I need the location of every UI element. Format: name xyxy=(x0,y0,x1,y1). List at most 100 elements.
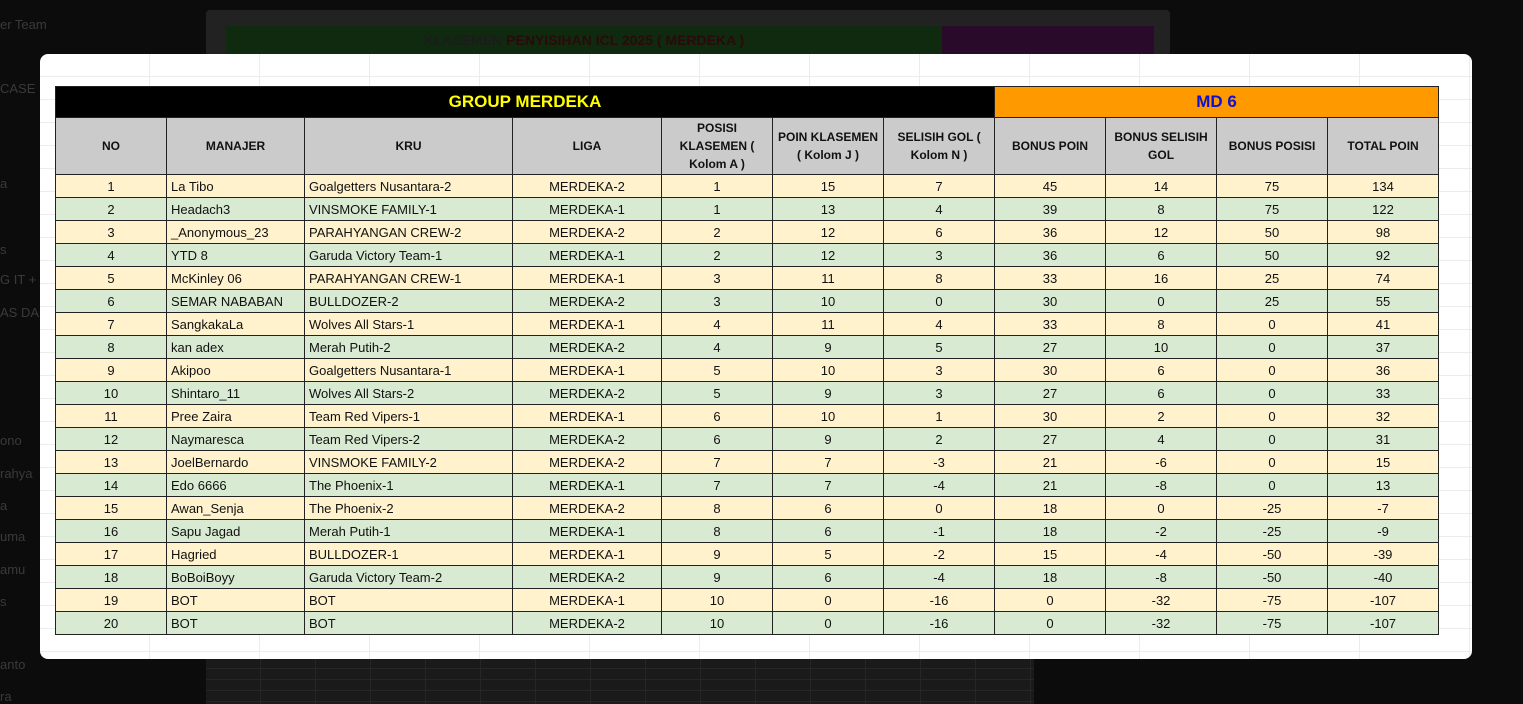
cell-poin: 10 xyxy=(772,289,884,313)
cell-selisih: 8 xyxy=(882,266,996,290)
cell-bonus-posisi: 75 xyxy=(1216,174,1329,198)
cell-posisi: 9 xyxy=(661,565,773,589)
bg-label: G IT + xyxy=(0,272,37,287)
cell-bonus-posisi: 0 xyxy=(1216,427,1329,451)
cell-bonus-poin: 27 xyxy=(994,427,1107,451)
cell-bonus-posisi: 0 xyxy=(1216,404,1329,428)
cell-manajer: Hagried xyxy=(166,542,305,566)
cell-manajer: YTD 8 xyxy=(166,243,305,267)
cell-poin: 0 xyxy=(772,588,884,612)
cell-total: -40 xyxy=(1327,565,1440,589)
cell-bonus-posisi: 0 xyxy=(1216,312,1329,336)
cell-liga: MERDEKA-1 xyxy=(512,358,662,382)
cell-poin: 0 xyxy=(772,611,884,635)
bg-label: rahya xyxy=(0,466,33,481)
cell-posisi: 2 xyxy=(661,220,773,244)
cell-bonus-posisi: -25 xyxy=(1216,519,1329,543)
cell-poin: 12 xyxy=(772,243,884,267)
cell-no: 6 xyxy=(55,289,167,313)
cell-posisi: 6 xyxy=(661,427,773,451)
cell-bonus-posisi: 0 xyxy=(1216,450,1329,474)
cell-no: 11 xyxy=(55,404,167,428)
table-row: 17 Hagried BULLDOZER-1 MERDEKA-1 9 5 -2 15 -4 -50… xyxy=(55,542,1440,566)
cell-liga: MERDEKA-2 xyxy=(512,496,662,520)
cell-bonus-selisih: 6 xyxy=(1105,381,1218,405)
cell-posisi: 7 xyxy=(661,473,773,497)
cell-bonus-selisih: 0 xyxy=(1105,496,1218,520)
cell-kru: VINSMOKE FAMILY-1 xyxy=(304,197,513,221)
cell-bonus-posisi: 25 xyxy=(1216,266,1329,290)
cell-posisi: 4 xyxy=(661,335,773,359)
header-bonus-posisi: BONUS POSISI xyxy=(1216,117,1329,175)
cell-bonus-selisih: 12 xyxy=(1105,220,1218,244)
cell-kru: PARAHYANGAN CREW-1 xyxy=(304,266,513,290)
table-row: 3 _Anonymous_23 PARAHYANGAN CREW-2 MERDEKA-… xyxy=(55,220,1440,244)
cell-selisih: -16 xyxy=(882,611,996,635)
cell-no: 16 xyxy=(55,519,167,543)
cell-poin: 13 xyxy=(772,197,884,221)
bg-label: s xyxy=(0,242,7,257)
cell-posisi: 6 xyxy=(661,404,773,428)
cell-no: 1 xyxy=(55,174,167,198)
cell-kru: Merah Putih-1 xyxy=(304,519,513,543)
cell-posisi: 1 xyxy=(661,197,773,221)
bg-label: AS DA xyxy=(0,305,40,320)
cell-bonus-poin: 0 xyxy=(994,611,1107,635)
matchday-title: MD 6 xyxy=(994,86,1440,118)
cell-poin: 9 xyxy=(772,381,884,405)
table-row: 6 SEMAR NABABAN BULLDOZER-2 MERDEKA-2 3 10 0 30… xyxy=(55,289,1440,313)
cell-no: 10 xyxy=(55,381,167,405)
cell-posisi: 8 xyxy=(661,496,773,520)
cell-poin: 9 xyxy=(772,335,884,359)
cell-total: 36 xyxy=(1327,358,1440,382)
cell-poin: 6 xyxy=(772,565,884,589)
cell-bonus-poin: 27 xyxy=(994,381,1107,405)
cell-total: -39 xyxy=(1327,542,1440,566)
cell-total: 122 xyxy=(1327,197,1440,221)
cell-bonus-poin: 21 xyxy=(994,450,1107,474)
cell-bonus-poin: 15 xyxy=(994,542,1107,566)
cell-bonus-posisi: -50 xyxy=(1216,542,1329,566)
cell-bonus-poin: 30 xyxy=(994,404,1107,428)
cell-no: 12 xyxy=(55,427,167,451)
cell-manajer: SEMAR NABABAN xyxy=(166,289,305,313)
table-row: 10 Shintaro_11 Wolves All Stars-2 MERDEKA-2… xyxy=(55,381,1440,405)
bg-label: ono xyxy=(0,433,22,448)
table-row: 4 YTD 8 Garuda Victory Team-1 MERDEKA-1 2 12 3… xyxy=(55,243,1440,267)
header-poin-klasemen: POIN KLASEMEN ( Kolom J ) xyxy=(772,117,884,175)
cell-liga: MERDEKA-2 xyxy=(512,220,662,244)
cell-selisih: 3 xyxy=(882,381,996,405)
cell-selisih: 0 xyxy=(882,289,996,313)
cell-kru: Wolves All Stars-2 xyxy=(304,381,513,405)
cell-bonus-poin: 18 xyxy=(994,496,1107,520)
cell-no: 9 xyxy=(55,358,167,382)
cell-kru: BOT xyxy=(304,588,513,612)
cell-bonus-poin: 45 xyxy=(994,174,1107,198)
table-row: 1 La Tibo Goalgetters Nusantara-2 MERDEKA-2… xyxy=(55,174,1440,198)
cell-bonus-posisi: 50 xyxy=(1216,243,1329,267)
header-total-poin: TOTAL POIN xyxy=(1327,117,1440,175)
cell-bonus-selisih: 6 xyxy=(1105,243,1218,267)
cell-kru: PARAHYANGAN CREW-2 xyxy=(304,220,513,244)
cell-kru: Garuda Victory Team-2 xyxy=(304,565,513,589)
cell-posisi: 5 xyxy=(661,381,773,405)
cell-bonus-selisih: -32 xyxy=(1105,588,1218,612)
cell-liga: MERDEKA-1 xyxy=(512,243,662,267)
cell-poin: 7 xyxy=(772,450,884,474)
cell-manajer: Pree Zaira xyxy=(166,404,305,428)
cell-no: 5 xyxy=(55,266,167,290)
cell-bonus-selisih: 8 xyxy=(1105,312,1218,336)
cell-bonus-posisi: -50 xyxy=(1216,565,1329,589)
cell-kru: The Phoenix-1 xyxy=(304,473,513,497)
cell-selisih: 6 xyxy=(882,220,996,244)
table-row: 20 BOT BOT MERDEKA-2 10 0 -16 0 -32 -75 -107 xyxy=(55,611,1440,635)
cell-posisi: 3 xyxy=(661,266,773,290)
cell-selisih: -3 xyxy=(882,450,996,474)
cell-poin: 7 xyxy=(772,473,884,497)
cell-manajer: Headach3 xyxy=(166,197,305,221)
cell-no: 8 xyxy=(55,335,167,359)
cell-liga: MERDEKA-1 xyxy=(512,519,662,543)
cell-total: 31 xyxy=(1327,427,1440,451)
cell-selisih: -2 xyxy=(882,542,996,566)
cell-selisih: 7 xyxy=(882,174,996,198)
